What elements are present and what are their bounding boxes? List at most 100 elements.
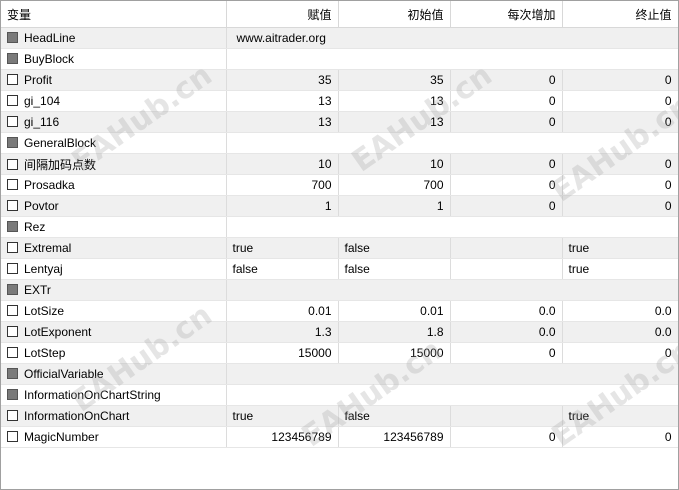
group-checkbox-icon[interactable] — [7, 137, 18, 148]
step-cell[interactable]: 0 — [450, 174, 563, 196]
table-row[interactable]: LotSize 0.01 0.01 0.0 0.0 — [1, 300, 678, 322]
stop-cell[interactable]: true — [562, 258, 678, 280]
parameter-name-cell[interactable]: HeadLine — [1, 27, 227, 49]
group-value-cell[interactable]: www.aitrader.org — [226, 27, 678, 49]
group-value-cell[interactable] — [226, 279, 678, 301]
step-cell[interactable]: 0 — [450, 195, 563, 217]
optimize-checkbox[interactable] — [7, 116, 18, 127]
value-cell[interactable]: 35 — [226, 69, 339, 91]
group-checkbox-icon[interactable] — [7, 221, 18, 232]
table-row[interactable]: GeneralBlock — [1, 132, 678, 154]
optimize-checkbox[interactable] — [7, 263, 18, 274]
start-cell[interactable]: 10 — [338, 153, 451, 175]
table-row[interactable]: Rez — [1, 216, 678, 238]
parameter-name-cell[interactable]: OfficialVariable — [1, 363, 227, 385]
stop-cell[interactable]: 0.0 — [562, 300, 678, 322]
value-cell[interactable]: 15000 — [226, 342, 339, 364]
stop-cell[interactable]: 0 — [562, 69, 678, 91]
parameter-name-cell[interactable]: InformationOnChart — [1, 405, 227, 427]
group-value-cell[interactable] — [226, 132, 678, 154]
optimize-checkbox[interactable] — [7, 242, 18, 253]
stop-cell[interactable]: true — [562, 237, 678, 259]
table-row[interactable]: OfficialVariable — [1, 363, 678, 385]
table-row[interactable]: Prosadka 700 700 0 0 — [1, 174, 678, 196]
parameter-name-cell[interactable]: BuyBlock — [1, 48, 227, 70]
step-cell[interactable]: 0.0 — [450, 321, 563, 343]
table-row[interactable]: InformationOnChart true false true — [1, 405, 678, 427]
optimize-checkbox[interactable] — [7, 200, 18, 211]
start-cell[interactable]: false — [338, 237, 451, 259]
stop-cell[interactable]: 0 — [562, 342, 678, 364]
parameter-name-cell[interactable]: 间隔加码点数 — [1, 153, 227, 175]
value-cell[interactable]: 10 — [226, 153, 339, 175]
parameter-name-cell[interactable]: Lentyaj — [1, 258, 227, 280]
stop-cell[interactable]: 0 — [562, 90, 678, 112]
parameter-name-cell[interactable]: LotSize — [1, 300, 227, 322]
parameter-name-cell[interactable]: Prosadka — [1, 174, 227, 196]
step-cell[interactable] — [450, 258, 563, 280]
stop-cell[interactable]: 0 — [562, 426, 678, 448]
value-cell[interactable]: 1 — [226, 195, 339, 217]
parameter-name-cell[interactable]: InformationOnChartString — [1, 384, 227, 406]
column-header-start[interactable]: 初始值 — [338, 1, 451, 28]
step-cell[interactable]: 0 — [450, 69, 563, 91]
stop-cell[interactable]: 0 — [562, 111, 678, 133]
start-cell[interactable]: 1 — [338, 195, 451, 217]
stop-cell[interactable]: 0 — [562, 195, 678, 217]
table-row[interactable]: Extremal true false true — [1, 237, 678, 259]
parameter-name-cell[interactable]: LotStep — [1, 342, 227, 364]
parameter-name-cell[interactable]: gi_116 — [1, 111, 227, 133]
step-cell[interactable]: 0 — [450, 426, 563, 448]
group-value-cell[interactable] — [226, 363, 678, 385]
optimize-checkbox[interactable] — [7, 410, 18, 421]
table-row[interactable]: LotExponent 1.3 1.8 0.0 0.0 — [1, 321, 678, 343]
parameter-name-cell[interactable]: gi_104 — [1, 90, 227, 112]
parameter-name-cell[interactable]: Povtor — [1, 195, 227, 217]
table-row[interactable]: HeadLine www.aitrader.org — [1, 27, 678, 49]
optimize-checkbox[interactable] — [7, 158, 18, 170]
optimize-checkbox[interactable] — [7, 347, 18, 358]
start-cell[interactable]: 0.01 — [338, 300, 451, 322]
parameter-name-cell[interactable]: GeneralBlock — [1, 132, 227, 154]
column-header-stop[interactable]: 终止值 — [562, 1, 678, 28]
parameter-name-cell[interactable]: Rez — [1, 216, 227, 238]
step-cell[interactable]: 0.0 — [450, 300, 563, 322]
step-cell[interactable]: 0 — [450, 111, 563, 133]
start-cell[interactable]: false — [338, 405, 451, 427]
optimize-checkbox[interactable] — [7, 179, 18, 190]
group-value-cell[interactable] — [226, 48, 678, 70]
column-header-variable[interactable]: 变量 — [1, 1, 227, 28]
stop-cell[interactable]: 0.0 — [562, 321, 678, 343]
value-cell[interactable]: true — [226, 237, 339, 259]
optimize-checkbox[interactable] — [7, 74, 18, 85]
value-cell[interactable]: true — [226, 405, 339, 427]
start-cell[interactable]: 35 — [338, 69, 451, 91]
table-row[interactable]: 间隔加码点数 10 10 0 0 — [1, 153, 678, 175]
start-cell[interactable]: 700 — [338, 174, 451, 196]
optimize-checkbox[interactable] — [7, 326, 18, 337]
table-row[interactable]: MagicNumber 123456789 123456789 0 0 — [1, 426, 678, 448]
stop-cell[interactable]: 0 — [562, 153, 678, 175]
table-row[interactable]: InformationOnChartString — [1, 384, 678, 406]
table-row[interactable]: Lentyaj false false true — [1, 258, 678, 280]
start-cell[interactable]: 15000 — [338, 342, 451, 364]
group-checkbox-icon[interactable] — [7, 284, 18, 295]
step-cell[interactable]: 0 — [450, 342, 563, 364]
column-header-step[interactable]: 每次增加 — [450, 1, 563, 28]
parameter-name-cell[interactable]: Profit — [1, 69, 227, 91]
start-cell[interactable]: false — [338, 258, 451, 280]
group-checkbox-icon[interactable] — [7, 53, 18, 64]
value-cell[interactable]: 1.3 — [226, 321, 339, 343]
table-row[interactable]: Povtor 1 1 0 0 — [1, 195, 678, 217]
table-row[interactable]: EXTr — [1, 279, 678, 301]
value-cell[interactable]: 13 — [226, 90, 339, 112]
step-cell[interactable] — [450, 237, 563, 259]
parameter-name-cell[interactable]: MagicNumber — [1, 426, 227, 448]
optimize-checkbox[interactable] — [7, 95, 18, 106]
group-checkbox-icon[interactable] — [7, 368, 18, 379]
step-cell[interactable]: 0 — [450, 153, 563, 175]
step-cell[interactable]: 0 — [450, 90, 563, 112]
optimize-checkbox[interactable] — [7, 431, 18, 442]
parameter-name-cell[interactable]: EXTr — [1, 279, 227, 301]
table-row[interactable]: BuyBlock — [1, 48, 678, 70]
